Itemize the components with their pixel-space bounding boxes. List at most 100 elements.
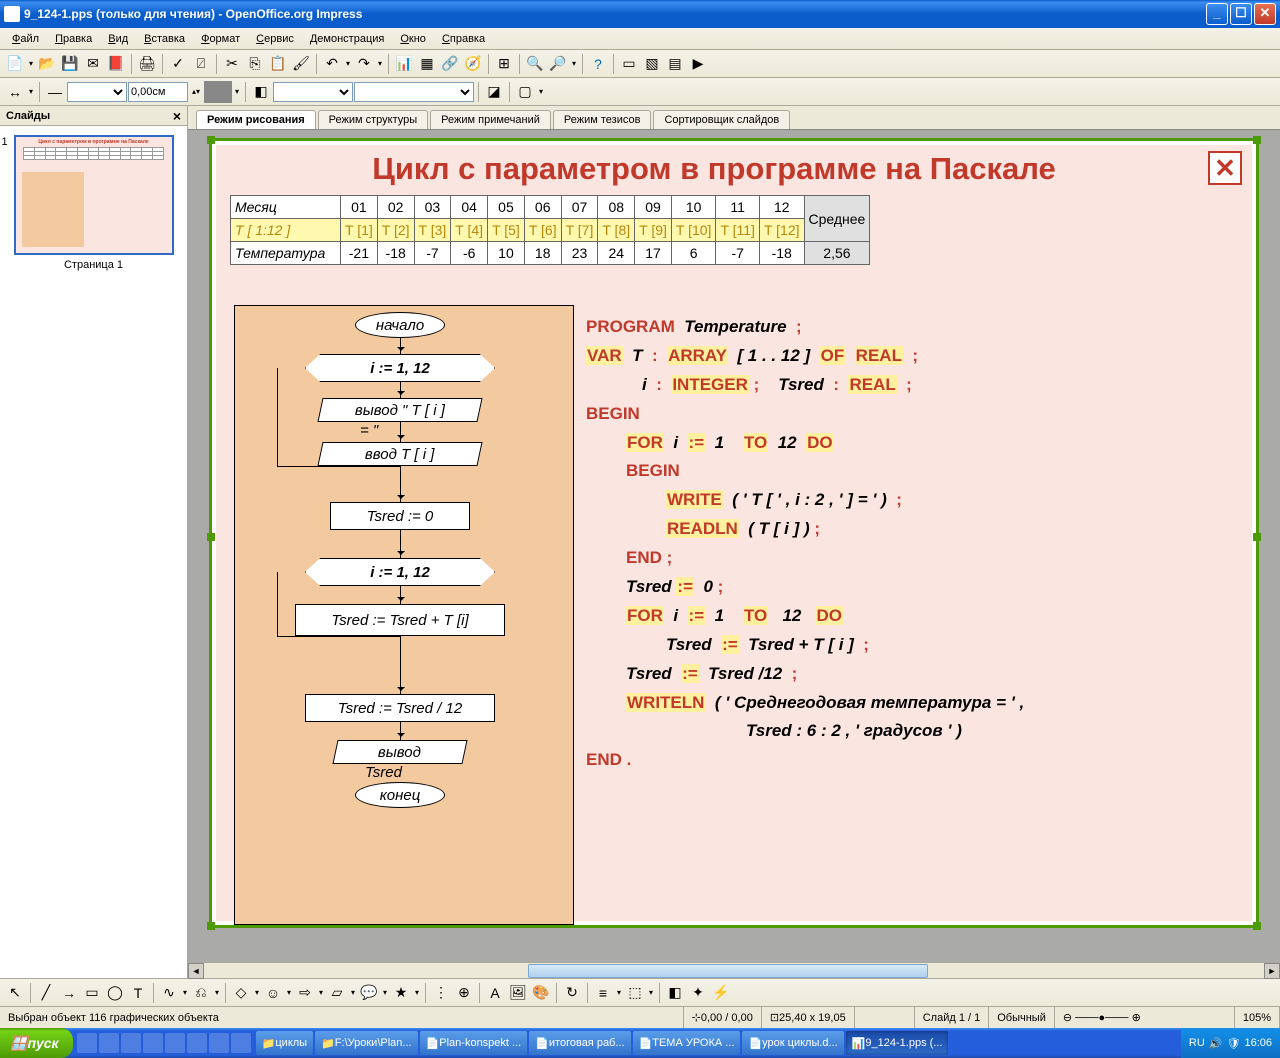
menu-tools[interactable]: Сервис [248, 31, 302, 47]
curve-icon[interactable]: ∿ [158, 982, 180, 1004]
menu-edit[interactable]: Правка [47, 31, 100, 47]
menu-slideshow[interactable]: Демонстрация [302, 31, 393, 47]
table-icon[interactable]: ▦ [416, 53, 438, 75]
cut-icon[interactable]: ✂ [221, 53, 243, 75]
fontwork-icon[interactable]: A [484, 982, 506, 1004]
layout-dd[interactable]: ▾ [537, 81, 545, 103]
maximize-button[interactable]: ☐ [1230, 3, 1252, 25]
presentation-icon[interactable]: ▶ [687, 53, 709, 75]
task-button[interactable]: 📄 ТЕМА УРОКА ... [633, 1031, 741, 1055]
ql-app-icon[interactable] [231, 1033, 251, 1053]
rect-icon[interactable]: ▭ [81, 982, 103, 1004]
slide-thumbnail[interactable]: Цикл с параметром в программе на Паскале [14, 135, 174, 255]
layout-icon[interactable]: ▤ [664, 53, 686, 75]
ql-player-icon[interactable] [165, 1033, 185, 1053]
scroll-left-icon[interactable]: ◄ [188, 963, 204, 979]
menu-insert[interactable]: Вставка [136, 31, 193, 47]
canvas-scroll[interactable]: Цикл с параметром в программе на Паскале… [188, 130, 1280, 962]
align-icon[interactable]: ≡ [592, 982, 614, 1004]
task-button[interactable]: 📁 F:\Уроки\Plan... [315, 1031, 417, 1055]
gallery-icon[interactable]: 🎨 [530, 982, 552, 1004]
layout-btn-icon[interactable]: ▢ [514, 81, 536, 103]
brush-icon[interactable]: 🖌 [290, 53, 312, 75]
menu-window[interactable]: Окно [392, 31, 434, 47]
tray-clock[interactable]: 16:06 [1244, 1037, 1272, 1049]
help-icon[interactable]: ? [587, 53, 609, 75]
scroll-right-icon[interactable]: ► [1264, 963, 1280, 979]
open-icon[interactable]: 📂 [36, 53, 58, 75]
task-button[interactable]: 📄 урок циклы.d... [742, 1031, 843, 1055]
navigator-icon[interactable]: 🧭 [462, 53, 484, 75]
new-dropdown[interactable]: ▾ [27, 53, 35, 75]
callout-icon[interactable]: 💬 [358, 982, 380, 1004]
select-icon[interactable]: ↖ [4, 982, 26, 1004]
interaction-icon[interactable]: ⚡ [710, 982, 732, 1004]
new-icon[interactable]: 📄 [4, 53, 26, 75]
scroll-thumb[interactable] [528, 964, 928, 978]
line-color-icon[interactable] [204, 81, 232, 103]
copy-icon[interactable]: ⎘ [244, 53, 266, 75]
ql-ie-icon[interactable] [77, 1033, 97, 1053]
fill-style-select[interactable] [273, 82, 353, 102]
redo-dropdown[interactable]: ▾ [376, 53, 384, 75]
close-button[interactable]: ✕ [1254, 3, 1276, 25]
arrow-dd[interactable]: ▾ [27, 81, 35, 103]
animation-icon[interactable]: ✦ [687, 982, 709, 1004]
line-width-input[interactable] [128, 82, 188, 102]
undo-icon[interactable]: ↶ [321, 53, 343, 75]
tray-shield-icon[interactable]: 🛡 [1227, 1037, 1241, 1050]
redo-icon[interactable]: ↷ [353, 53, 375, 75]
ql-explorer-icon[interactable] [143, 1033, 163, 1053]
paste-icon[interactable]: 📋 [267, 53, 289, 75]
save-icon[interactable]: 💾 [59, 53, 81, 75]
arrow-style-icon[interactable]: ↔ [4, 81, 26, 103]
print-icon[interactable]: 🖨 [136, 53, 158, 75]
tray-lang[interactable]: RU [1189, 1037, 1205, 1049]
task-button[interactable]: 📄 итоговая раб... [529, 1031, 630, 1055]
menu-file[interactable]: Файл [4, 31, 47, 47]
design-icon[interactable]: ▧ [641, 53, 663, 75]
pdf-icon[interactable]: 📕 [105, 53, 127, 75]
slides-panel-close-icon[interactable]: × [173, 108, 181, 124]
connector-icon[interactable]: ⎌ [190, 982, 212, 1004]
block-arrows-icon[interactable]: ⇨ [294, 982, 316, 1004]
line-width-spinner[interactable]: ▴▾ [189, 81, 203, 103]
ql-mail-icon[interactable] [209, 1033, 229, 1053]
fill-icon[interactable]: ◧ [250, 81, 272, 103]
symbol-icon[interactable]: ☺ [262, 982, 284, 1004]
hyperlink-icon[interactable]: 🔗 [439, 53, 461, 75]
line-style-select[interactable] [67, 82, 127, 102]
slide-icon[interactable]: ▭ [618, 53, 640, 75]
arrange-icon[interactable]: ⬚ [624, 982, 646, 1004]
tab-handout[interactable]: Режим тезисов [553, 110, 652, 129]
arrow-icon[interactable]: → [58, 982, 80, 1004]
chart-icon[interactable]: 📊 [393, 53, 415, 75]
menu-help[interactable]: Справка [434, 31, 493, 47]
ellipse-icon[interactable]: ◯ [104, 982, 126, 1004]
glue-icon[interactable]: ⊕ [453, 982, 475, 1004]
ql-desktop-icon[interactable] [121, 1033, 141, 1053]
linecolor-dd[interactable]: ▾ [233, 81, 241, 103]
tab-notes[interactable]: Режим примечаний [430, 110, 551, 129]
autospell-icon[interactable]: ⍁ [190, 53, 212, 75]
extrusion-icon[interactable]: ◧ [664, 982, 686, 1004]
slide-canvas[interactable]: Цикл с параметром в программе на Паскале… [209, 138, 1259, 928]
zoom-dropdown-icon[interactable]: 🔎 [547, 53, 569, 75]
task-button-active[interactable]: 📊 9_124-1.pps (... [846, 1031, 949, 1055]
menu-view[interactable]: Вид [100, 31, 136, 47]
grid-icon[interactable]: ⊞ [493, 53, 515, 75]
line-icon[interactable]: ╱ [35, 982, 57, 1004]
points-icon[interactable]: ⋮ [430, 982, 452, 1004]
horizontal-scrollbar[interactable]: ◄ ► [188, 962, 1280, 978]
ql-firefox-icon[interactable] [99, 1033, 119, 1053]
tray-volume-icon[interactable]: 🔊 [1209, 1037, 1223, 1050]
task-button[interactable]: 📄 Plan-konspekt ... [420, 1031, 528, 1055]
start-button[interactable]: 🪟 пуск [0, 1028, 73, 1058]
minimize-button[interactable]: _ [1206, 3, 1228, 25]
email-icon[interactable]: ✉ [82, 53, 104, 75]
rotate-icon[interactable]: ↻ [561, 982, 583, 1004]
stars-icon[interactable]: ★ [390, 982, 412, 1004]
close-slide-icon[interactable]: ✕ [1208, 151, 1242, 185]
fill-color-select[interactable] [354, 82, 474, 102]
tab-sorter[interactable]: Сортировщик слайдов [653, 110, 790, 129]
